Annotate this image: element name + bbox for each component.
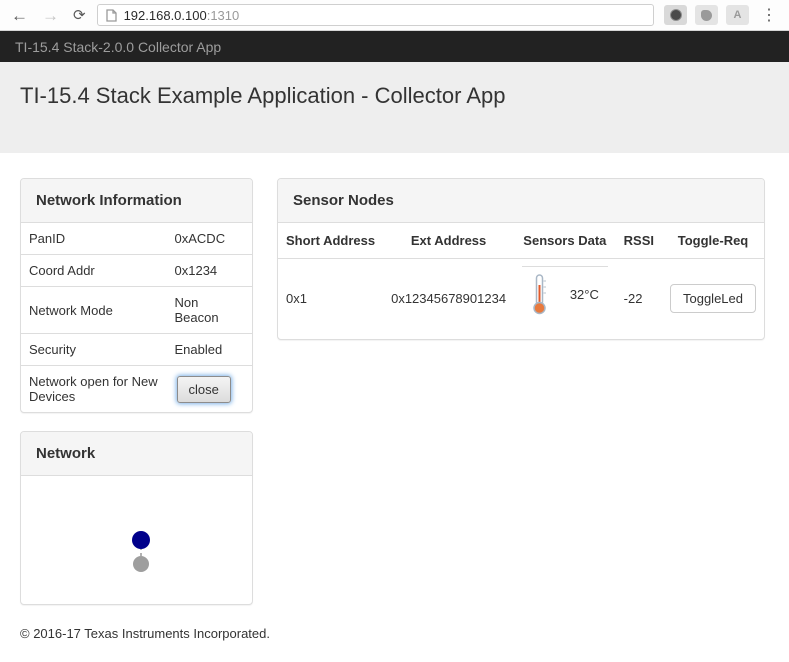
network-topology-canvas[interactable]: [21, 476, 252, 604]
sensor-nodes-panel: Sensor Nodes Short Address Ext Address S…: [277, 178, 765, 340]
table-header-row: Short Address Ext Address Sensors Data R…: [278, 223, 764, 259]
table-row: Network Mode Non Beacon: [21, 286, 252, 334]
left-column: Network Information PanID 0xACDC Coord A…: [20, 178, 253, 605]
column-header: Short Address: [278, 223, 384, 259]
refresh-icon[interactable]: ⟳: [70, 8, 89, 23]
coordinator-node-icon[interactable]: [132, 531, 150, 549]
sensor-row: 0x1 0x12345678901234 32°C -22 ToggleLed: [278, 259, 764, 339]
info-value: Non Beacon: [166, 286, 252, 334]
toggle-led-button[interactable]: ToggleLed: [669, 284, 756, 314]
info-label: Coord Addr: [21, 254, 167, 287]
browser-toolbar: ← → ⟳ 192.168.0.100:1310 A ⋮: [0, 0, 789, 31]
info-label: PanID: [29, 231, 66, 246]
right-column: Sensor Nodes Short Address Ext Address S…: [277, 178, 765, 340]
rssi-cell: -22: [623, 291, 643, 307]
table-row: Security Enabled: [21, 333, 252, 366]
jumbotron: TI-15.4 Stack Example Application - Coll…: [0, 62, 789, 153]
sensor-node-icon[interactable]: [133, 556, 149, 572]
app-navbar: TI-15.4 Stack-2.0.0 Collector App: [0, 31, 789, 62]
network-graph-panel: Network: [20, 431, 253, 605]
url-text: 192.168.0.100:1310: [123, 7, 240, 23]
page-title: TI-15.4 Stack Example Application - Coll…: [20, 83, 506, 108]
info-label: Network open for New Devices: [21, 365, 167, 412]
info-value: Enabled: [166, 333, 252, 366]
network-information-panel: Network Information PanID 0xACDC Coord A…: [20, 178, 253, 413]
info-value: 0x1234: [166, 254, 252, 287]
sensors-data-cell: 32°C: [514, 259, 616, 339]
short-address-cell: 0x1: [286, 291, 307, 307]
back-icon[interactable]: ←: [8, 7, 31, 24]
close-network-button[interactable]: close: [176, 375, 231, 403]
forward-icon[interactable]: →: [39, 7, 62, 24]
adblock-extension-icon[interactable]: [664, 5, 687, 25]
page-icon: [105, 8, 117, 22]
acrobat-extension-icon[interactable]: A: [726, 5, 749, 25]
column-header: Ext Address: [383, 223, 515, 259]
browser-menu-icon[interactable]: ⋮: [757, 5, 781, 25]
network-information-title: Network Information: [21, 179, 252, 223]
sensor-nodes-title: Sensor Nodes: [278, 179, 764, 223]
info-label: Network Mode: [21, 286, 167, 334]
info-label: Security: [21, 333, 167, 366]
column-header: RSSI: [615, 223, 662, 259]
sensor-nodes-table: Short Address Ext Address Sensors Data R…: [278, 223, 764, 339]
table-row: Network open for New Devices close: [21, 365, 252, 412]
table-row: PanID 0xACDC: [21, 223, 252, 255]
column-header: Toggle-Req: [661, 223, 764, 259]
temperature-value: 32°C: [569, 286, 599, 302]
info-value: 0xACDC: [174, 231, 226, 246]
address-bar[interactable]: 192.168.0.100:1310: [96, 4, 654, 26]
main-content: Network Information PanID 0xACDC Coord A…: [0, 153, 789, 605]
extension-icon[interactable]: [695, 5, 718, 25]
ext-address-cell: 0x12345678901234: [391, 291, 507, 307]
table-row: Coord Addr 0x1234: [21, 254, 252, 287]
network-graph-title: Network: [21, 432, 252, 476]
navbar-brand[interactable]: TI-15.4 Stack-2.0.0 Collector App: [15, 39, 221, 55]
footer-copyright: © 2016-17 Texas Instruments Incorporated…: [20, 626, 270, 641]
thermometer-icon: [533, 274, 546, 315]
network-information-table: PanID 0xACDC Coord Addr 0x1234 Network M…: [21, 223, 252, 412]
column-header: Sensors Data: [514, 223, 616, 259]
